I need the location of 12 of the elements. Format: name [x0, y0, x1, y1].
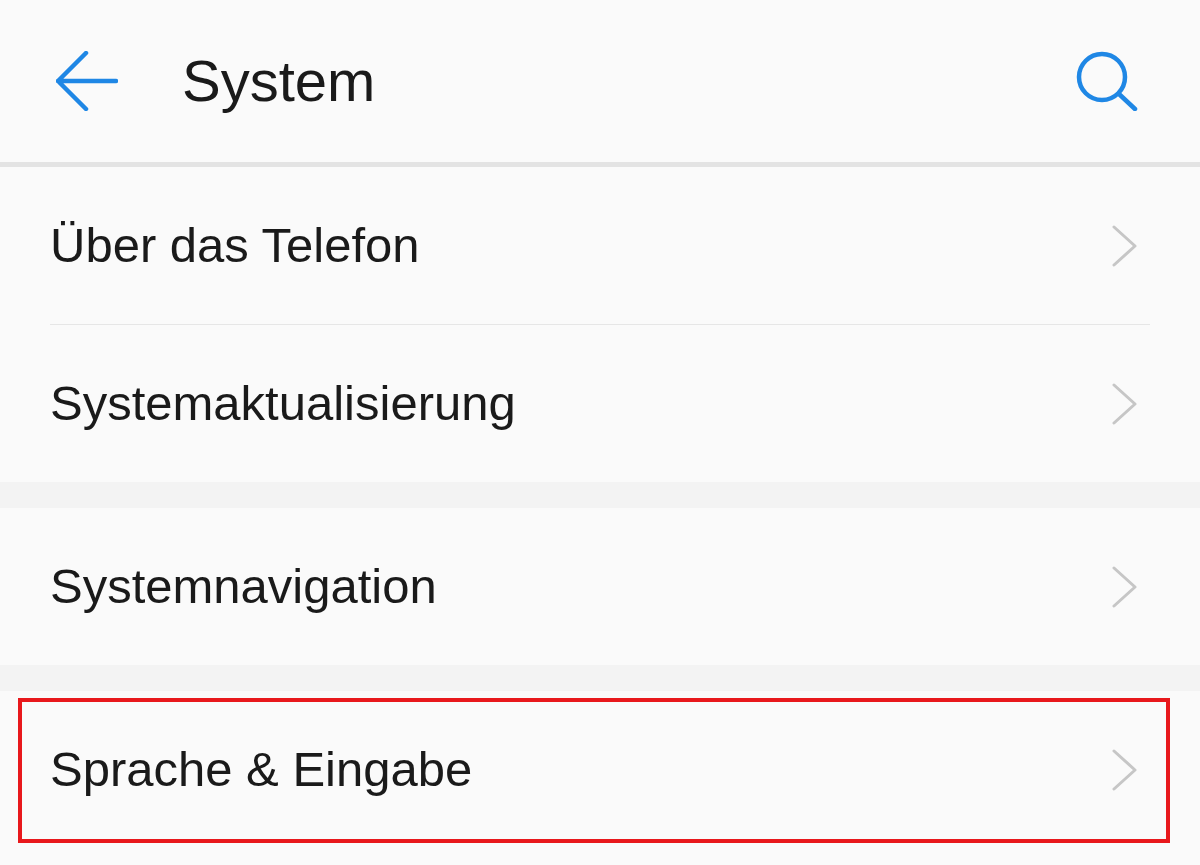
settings-item[interactable]: Systemnavigation — [0, 508, 1200, 665]
back-button[interactable] — [56, 51, 118, 111]
chevron-right-icon — [1112, 224, 1138, 267]
chevron-right-icon — [1112, 382, 1138, 425]
back-arrow-icon — [56, 51, 118, 111]
search-icon — [1076, 51, 1138, 111]
settings-item[interactable]: Sprache & Eingabe — [0, 691, 1200, 848]
chevron-right-icon — [1112, 565, 1138, 608]
search-button[interactable] — [1076, 51, 1138, 111]
chevron-right-icon — [1112, 748, 1138, 791]
settings-item[interactable]: Über das Telefon — [0, 167, 1200, 324]
settings-item[interactable]: Systemaktualisierung — [0, 325, 1200, 482]
